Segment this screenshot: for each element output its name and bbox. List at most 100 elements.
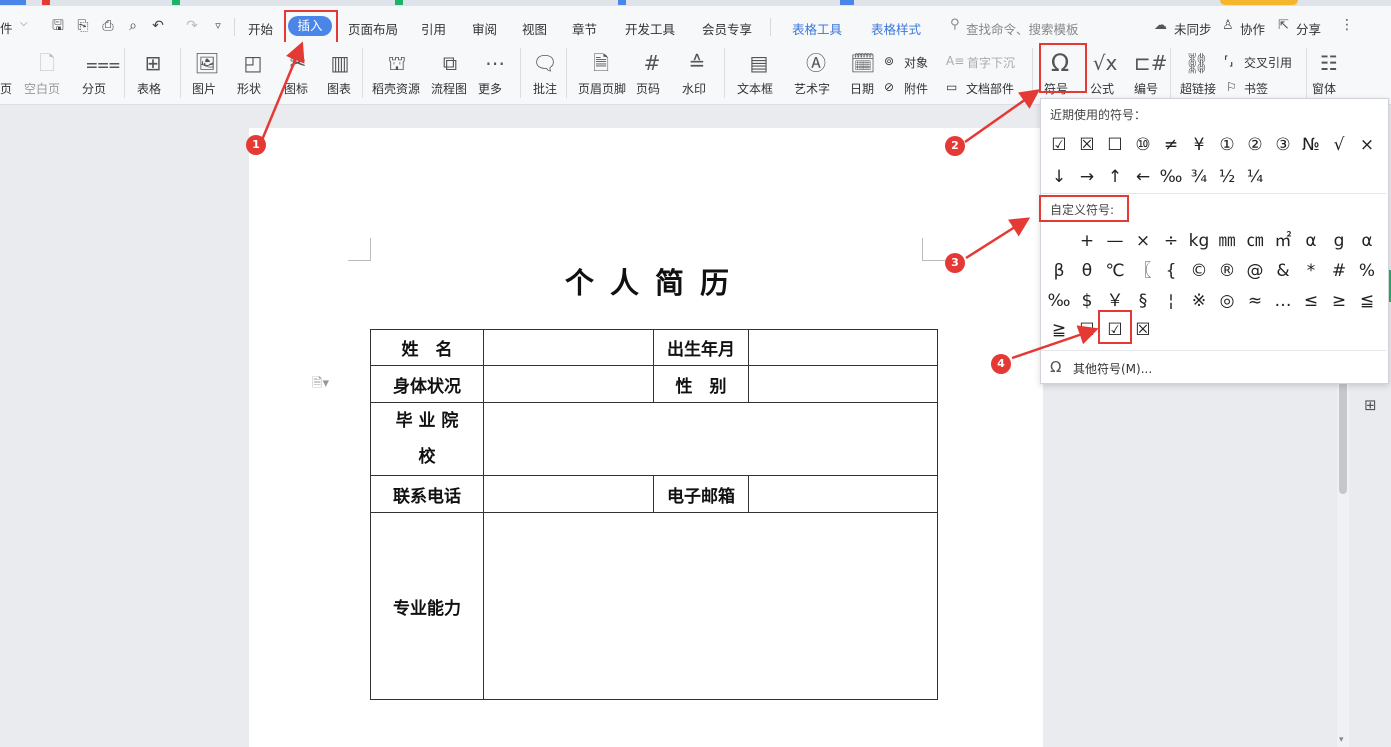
crossref-label[interactable]: 交叉引用: [1244, 54, 1292, 71]
collab-button[interactable]: 协作: [1240, 19, 1265, 38]
print-preview-icon[interactable]: ⌕: [125, 18, 141, 34]
symbol-cell[interactable]: ②: [1241, 130, 1269, 160]
chart-label[interactable]: 图表: [327, 80, 351, 97]
menu-view[interactable]: 视图: [522, 19, 547, 38]
scrollbar-thumb[interactable]: [1339, 382, 1347, 494]
more-options-icon[interactable]: ⋮: [1340, 17, 1354, 33]
date-label[interactable]: 日期: [850, 80, 874, 97]
symbol-cell[interactable]: →: [1073, 162, 1101, 192]
menu-page-layout[interactable]: 页面布局: [348, 19, 398, 38]
cell-phone-value[interactable]: [483, 475, 654, 513]
cell-health-value[interactable]: [483, 365, 654, 403]
symbol-cell[interactable]: ↓: [1045, 162, 1073, 192]
header-footer-icon[interactable]: 🗎: [588, 50, 614, 76]
symbol-cell[interactable]: ③: [1269, 130, 1297, 160]
menu-home[interactable]: 开始: [248, 19, 273, 38]
menu-table-tools[interactable]: 表格工具: [792, 19, 842, 38]
symbol-cell[interactable]: ☒: [1129, 315, 1157, 345]
watermark-label[interactable]: 水印: [682, 80, 706, 97]
export-pdf-icon[interactable]: ⎘: [75, 18, 91, 34]
formula-label[interactable]: 公式: [1090, 80, 1114, 97]
shape-label[interactable]: 形状: [237, 80, 261, 97]
menu-file[interactable]: 件: [0, 18, 13, 37]
symbol-cell[interactable]: …: [1269, 286, 1297, 316]
comment-label[interactable]: 批注: [533, 80, 557, 97]
menu-developer[interactable]: 开发工具: [625, 19, 675, 38]
command-search-input[interactable]: 查找命令、搜索模板: [966, 19, 1079, 38]
symbol-cell[interactable]: ©: [1185, 256, 1213, 286]
more-symbols-item[interactable]: 其他符号(M)...: [1073, 360, 1152, 377]
watermark-icon[interactable]: ≙: [684, 50, 710, 76]
menu-references[interactable]: 引用: [421, 19, 446, 38]
numbering-label[interactable]: 编号: [1134, 80, 1158, 97]
symbol-cell[interactable]: &: [1269, 256, 1297, 286]
dropcap-icon[interactable]: A≡: [946, 54, 964, 68]
symbol-cell[interactable]: 〖: [1129, 256, 1157, 286]
crossref-icon[interactable]: ⸢⸥: [1224, 54, 1233, 68]
menu-review[interactable]: 审阅: [472, 19, 497, 38]
symbol-cell[interactable]: ≥: [1325, 286, 1353, 316]
object-label[interactable]: 对象: [904, 54, 928, 71]
attachment-icon[interactable]: ⊘: [884, 80, 894, 94]
sync-status[interactable]: 未同步: [1174, 19, 1212, 38]
chart-icon[interactable]: ▥: [328, 50, 352, 76]
chevron-down-icon[interactable]: ⌵: [20, 18, 28, 29]
numbering-icon[interactable]: ⊏#: [1134, 50, 1168, 76]
flowchart-icon[interactable]: ⧉: [437, 50, 463, 76]
wordart-icon[interactable]: Ⓐ: [803, 50, 829, 76]
shape-icon[interactable]: ◰: [240, 50, 266, 76]
symbol-cell[interactable]: №: [1297, 130, 1325, 160]
symbol-cell[interactable]: ≠: [1157, 130, 1185, 160]
symbol-cell[interactable]: g: [1325, 226, 1353, 256]
symbol-cell[interactable]: ≧: [1045, 315, 1073, 345]
symbol-cell[interactable]: ㎡: [1269, 226, 1297, 256]
symbol-cell[interactable]: ‰: [1157, 162, 1185, 192]
symbol-cell[interactable]: β: [1045, 256, 1073, 286]
form-label[interactable]: 窗体: [1312, 80, 1336, 97]
cell-birth-value[interactable]: [748, 329, 938, 366]
resume-table[interactable]: 姓 名 出生年月 身体状况 性 别 毕 业 院校 联系电话 电子邮箱 专业能力: [370, 329, 938, 700]
symbol-cell[interactable]: α: [1297, 226, 1325, 256]
symbol-cell[interactable]: ≤: [1297, 286, 1325, 316]
symbol-cell[interactable]: ®: [1213, 256, 1241, 286]
symbol-cell[interactable]: α: [1353, 226, 1381, 256]
symbol-cell[interactable]: ☐: [1073, 315, 1101, 345]
symbol-cell[interactable]: *: [1297, 256, 1325, 286]
symbol-cell[interactable]: ¥: [1185, 130, 1213, 160]
object-icon[interactable]: ⊚: [884, 54, 894, 68]
page-break-label[interactable]: 分页: [82, 80, 106, 97]
hyperlink-label[interactable]: 超链接: [1180, 80, 1216, 97]
symbol-cell[interactable]: ≦: [1353, 286, 1381, 316]
symbol-cell[interactable]: ㎜: [1213, 226, 1241, 256]
page-number-icon[interactable]: #: [640, 50, 664, 76]
daoke-resource-label[interactable]: 稻壳资源: [372, 80, 420, 97]
symbol-cell[interactable]: kg: [1185, 226, 1213, 256]
cell-school-value[interactable]: [483, 402, 938, 476]
undo-icon[interactable]: ↶: [150, 18, 166, 34]
symbol-cell[interactable]: ↑: [1101, 162, 1129, 192]
symbol-cell[interactable]: {: [1157, 256, 1185, 286]
more-icon[interactable]: ⋯: [482, 50, 508, 76]
symbol-cell[interactable]: ☒: [1073, 130, 1101, 160]
symbol-cell[interactable]: ‰: [1045, 286, 1073, 316]
share-button[interactable]: 分享: [1296, 19, 1321, 38]
table-icon[interactable]: ⊞: [140, 50, 166, 76]
ribbon-cover-label[interactable]: 页: [0, 80, 12, 97]
dropcap-label[interactable]: 首字下沉: [967, 54, 1015, 71]
symbol-cell[interactable]: —: [1101, 226, 1129, 256]
daoke-resource-icon[interactable]: ⛫: [384, 50, 410, 76]
symbol-cell[interactable]: ㎝: [1241, 226, 1269, 256]
symbol-cell[interactable]: $: [1073, 286, 1101, 316]
comment-icon[interactable]: 🗨: [532, 50, 558, 76]
symbol-cell[interactable]: @: [1241, 256, 1269, 286]
symbol-cell[interactable]: θ: [1073, 256, 1101, 286]
symbol-cell[interactable]: ×: [1129, 226, 1157, 256]
bookmark-icon[interactable]: ⚐: [1226, 80, 1237, 94]
symbol-cell[interactable]: ×: [1353, 130, 1381, 160]
symbol-cell[interactable]: ¦: [1157, 286, 1185, 316]
flowchart-label[interactable]: 流程图: [431, 80, 467, 97]
promo-badge[interactable]: [1220, 0, 1298, 5]
header-footer-label[interactable]: 页眉页脚: [578, 80, 626, 97]
menu-table-style[interactable]: 表格样式: [871, 19, 921, 38]
symbol-cell[interactable]: §: [1129, 286, 1157, 316]
